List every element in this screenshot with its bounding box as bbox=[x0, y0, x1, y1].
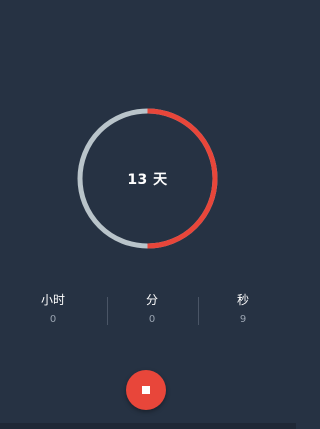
seconds-label: 秒 bbox=[236, 293, 249, 307]
unit-hours: 小时 0 bbox=[8, 292, 98, 332]
days-remaining-label: 13 天 bbox=[127, 171, 168, 188]
unit-seconds: 秒 9 bbox=[198, 292, 288, 332]
hours-value: 0 bbox=[49, 314, 57, 325]
minutes-label: 分 bbox=[145, 293, 158, 307]
minutes-value: 0 bbox=[148, 314, 156, 325]
stop-icon bbox=[142, 386, 150, 394]
countdown-ring: 13 天 bbox=[77, 108, 218, 249]
unit-minutes: 分 0 bbox=[107, 292, 197, 332]
time-units-row: 小时 0 分 0 秒 9 bbox=[0, 292, 296, 332]
seconds-value: 9 bbox=[239, 314, 247, 325]
bottom-bar bbox=[0, 423, 296, 429]
stop-button[interactable] bbox=[126, 370, 166, 410]
hours-label: 小时 bbox=[40, 293, 65, 307]
timer-screen: 13 天 小时 0 分 0 秒 9 bbox=[0, 0, 296, 429]
